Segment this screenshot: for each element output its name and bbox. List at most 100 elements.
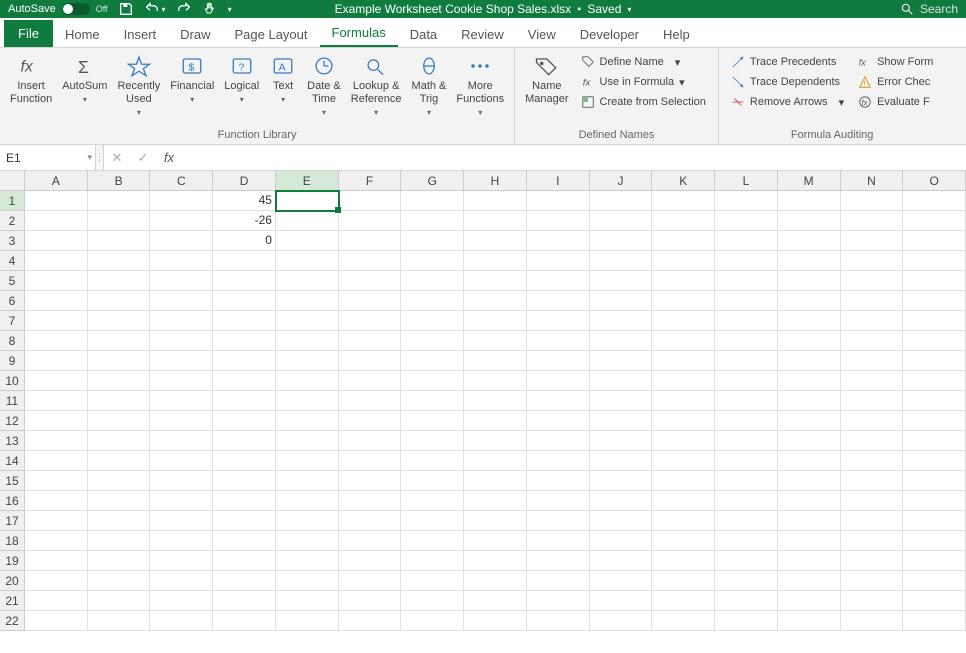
cell[interactable]	[464, 331, 527, 351]
cell[interactable]	[401, 251, 464, 271]
cell[interactable]	[903, 251, 966, 271]
cell[interactable]	[715, 411, 778, 431]
cell[interactable]	[652, 231, 715, 251]
cell[interactable]	[213, 251, 276, 271]
cell[interactable]	[339, 531, 402, 551]
trace-dependents-button[interactable]: Trace Dependents	[727, 72, 848, 92]
cell[interactable]	[276, 511, 339, 531]
cell[interactable]	[401, 271, 464, 291]
cell[interactable]	[715, 211, 778, 231]
cell[interactable]	[339, 211, 402, 231]
cell[interactable]	[652, 271, 715, 291]
cell[interactable]	[903, 371, 966, 391]
cell[interactable]	[903, 391, 966, 411]
cell[interactable]	[652, 371, 715, 391]
cell[interactable]	[527, 451, 590, 471]
row-header[interactable]: 5	[0, 271, 25, 291]
cell[interactable]	[778, 271, 841, 291]
cell[interactable]	[590, 231, 653, 251]
cell[interactable]	[276, 291, 339, 311]
cell[interactable]	[401, 611, 464, 631]
column-header[interactable]: J	[590, 171, 653, 191]
cell[interactable]	[276, 551, 339, 571]
autosave-toggle[interactable]: AutoSave Off	[8, 3, 108, 15]
cell[interactable]	[841, 571, 904, 591]
cell[interactable]	[213, 431, 276, 451]
cell[interactable]	[276, 451, 339, 471]
save-button[interactable]	[118, 1, 134, 17]
cell[interactable]	[464, 431, 527, 451]
column-header[interactable]: B	[88, 171, 151, 191]
cell[interactable]	[464, 291, 527, 311]
trace-precedents-button[interactable]: Trace Precedents	[727, 52, 848, 72]
cell[interactable]	[527, 591, 590, 611]
cell[interactable]	[903, 431, 966, 451]
cell[interactable]	[715, 491, 778, 511]
row-header[interactable]: 10	[0, 371, 25, 391]
cell[interactable]	[339, 611, 402, 631]
show-formulas-button[interactable]: fx Show Form	[854, 52, 937, 72]
define-name-button[interactable]: Define Name ▾	[577, 52, 710, 72]
tab-formulas[interactable]: Formulas	[320, 19, 398, 47]
column-header[interactable]: F	[339, 171, 402, 191]
cell[interactable]	[778, 211, 841, 231]
cell[interactable]	[715, 331, 778, 351]
cell[interactable]	[590, 211, 653, 231]
cell[interactable]	[88, 451, 151, 471]
row-header[interactable]: 13	[0, 431, 25, 451]
cell[interactable]	[88, 351, 151, 371]
row-header[interactable]: 15	[0, 471, 25, 491]
cell[interactable]: 0	[213, 231, 276, 251]
logical-button[interactable]: ? Logical▾	[220, 50, 263, 127]
cell[interactable]	[715, 231, 778, 251]
cell[interactable]	[339, 191, 402, 211]
row-header[interactable]: 2	[0, 211, 25, 231]
cell[interactable]	[276, 211, 339, 231]
cell[interactable]	[88, 251, 151, 271]
cell[interactable]	[590, 331, 653, 351]
cell[interactable]	[25, 431, 88, 451]
cell[interactable]	[841, 331, 904, 351]
use-in-formula-button[interactable]: fx Use in Formula ▾	[577, 72, 710, 92]
cell[interactable]	[339, 551, 402, 571]
cell[interactable]	[150, 271, 213, 291]
cell[interactable]	[778, 311, 841, 331]
cell[interactable]	[25, 511, 88, 531]
cell[interactable]	[150, 471, 213, 491]
cell[interactable]	[401, 551, 464, 571]
row-header[interactable]: 8	[0, 331, 25, 351]
date-time-button[interactable]: Date & Time▾	[303, 50, 345, 127]
cell[interactable]	[903, 511, 966, 531]
cell[interactable]	[841, 491, 904, 511]
cell[interactable]	[841, 451, 904, 471]
cell[interactable]	[464, 591, 527, 611]
cell[interactable]	[903, 611, 966, 631]
cell[interactable]	[841, 391, 904, 411]
qat-customize[interactable]: ▾	[228, 5, 232, 14]
cell[interactable]	[464, 371, 527, 391]
cell[interactable]	[652, 211, 715, 231]
cell[interactable]	[652, 311, 715, 331]
cell[interactable]	[527, 551, 590, 571]
cell[interactable]	[652, 291, 715, 311]
cell[interactable]	[339, 471, 402, 491]
cell[interactable]	[150, 371, 213, 391]
cell[interactable]	[527, 391, 590, 411]
cell[interactable]	[841, 531, 904, 551]
cell[interactable]	[276, 471, 339, 491]
cell[interactable]: -26	[213, 211, 276, 231]
cell[interactable]	[213, 491, 276, 511]
cell[interactable]	[401, 311, 464, 331]
column-header[interactable]: C	[150, 171, 213, 191]
recently-used-button[interactable]: Recently Used▾	[113, 50, 164, 127]
cell[interactable]	[339, 311, 402, 331]
cell[interactable]	[715, 431, 778, 451]
cell[interactable]	[339, 491, 402, 511]
cell[interactable]	[778, 351, 841, 371]
cell[interactable]	[715, 351, 778, 371]
column-header[interactable]: H	[464, 171, 527, 191]
cell[interactable]	[401, 371, 464, 391]
tab-page-layout[interactable]: Page Layout	[223, 21, 320, 47]
cell[interactable]	[276, 231, 339, 251]
math-trig-button[interactable]: Math & Trig▾	[408, 50, 451, 127]
